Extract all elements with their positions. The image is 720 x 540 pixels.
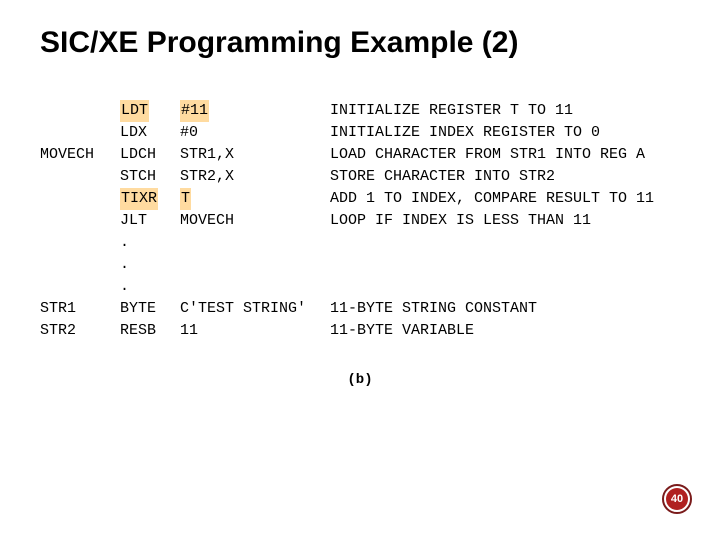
code-row: . — [40, 254, 680, 276]
highlight: TIXR — [120, 188, 158, 210]
code-comment: INITIALIZE REGISTER T TO 11 — [330, 100, 680, 122]
code-opcode: LDX — [120, 122, 180, 144]
code-comment: 11-BYTE VARIABLE — [330, 320, 680, 342]
code-label: MOVECH — [40, 144, 120, 166]
highlight: T — [180, 188, 191, 210]
code-comment: 11-BYTE STRING CONSTANT — [330, 298, 680, 320]
highlight: #11 — [180, 100, 209, 122]
code-operand: 11 — [180, 320, 330, 342]
code-row: LDX#0INITIALIZE INDEX REGISTER TO 0 — [40, 122, 680, 144]
code-row: STR1BYTEC'TEST STRING'11-BYTE STRING CON… — [40, 298, 680, 320]
highlight: LDT — [120, 100, 149, 122]
code-operand: T — [180, 188, 330, 210]
code-comment: INITIALIZE INDEX REGISTER TO 0 — [330, 122, 680, 144]
slide-title: SIC/XE Programming Example (2) — [40, 26, 518, 60]
code-comment: LOOP IF INDEX IS LESS THAN 11 — [330, 210, 680, 232]
code-opcode: BYTE — [120, 298, 180, 320]
code-comment: LOAD CHARACTER FROM STR1 INTO REG A — [330, 144, 680, 166]
code-opcode: JLT — [120, 210, 180, 232]
code-row: . — [40, 276, 680, 298]
code-row: LDT #11 INITIALIZE REGISTER T TO 11 — [40, 100, 680, 122]
code-operand: #11 — [180, 100, 330, 122]
code-label: STR2 — [40, 320, 120, 342]
code-operand: C'TEST STRING' — [180, 298, 330, 320]
page-number: 40 — [666, 488, 688, 510]
page-number-badge: 40 — [662, 484, 692, 514]
code-opcode: . — [120, 276, 180, 298]
code-row: MOVECHLDCHSTR1,XLOAD CHARACTER FROM STR1… — [40, 144, 680, 166]
code-opcode: . — [120, 254, 180, 276]
code-opcode: . — [120, 232, 180, 254]
figure-label: (b) — [0, 372, 720, 388]
code-operand: STR1,X — [180, 144, 330, 166]
code-comment: ADD 1 TO INDEX, COMPARE RESULT TO 11 — [330, 188, 680, 210]
code-row: TIXR T ADD 1 TO INDEX, COMPARE RESULT TO 1… — [40, 188, 680, 210]
code-listing: LDT#11INITIALIZE REGISTER T TO 11LDX#0IN… — [40, 100, 680, 342]
code-row: JLTMOVECHLOOP IF INDEX IS LESS THAN 11 — [40, 210, 680, 232]
code-opcode: LDT — [120, 100, 180, 122]
code-opcode: RESB — [120, 320, 180, 342]
code-operand: STR2,X — [180, 166, 330, 188]
code-row: . — [40, 232, 680, 254]
code-opcode: LDCH — [120, 144, 180, 166]
code-operand: #0 — [180, 122, 330, 144]
code-operand: MOVECH — [180, 210, 330, 232]
code-opcode: STCH — [120, 166, 180, 188]
code-comment: STORE CHARACTER INTO STR2 — [330, 166, 680, 188]
code-opcode: TIXR — [120, 188, 180, 210]
code-label: STR1 — [40, 298, 120, 320]
code-row: STR2RESB1111-BYTE VARIABLE — [40, 320, 680, 342]
code-row: STCHSTR2,XSTORE CHARACTER INTO STR2 — [40, 166, 680, 188]
